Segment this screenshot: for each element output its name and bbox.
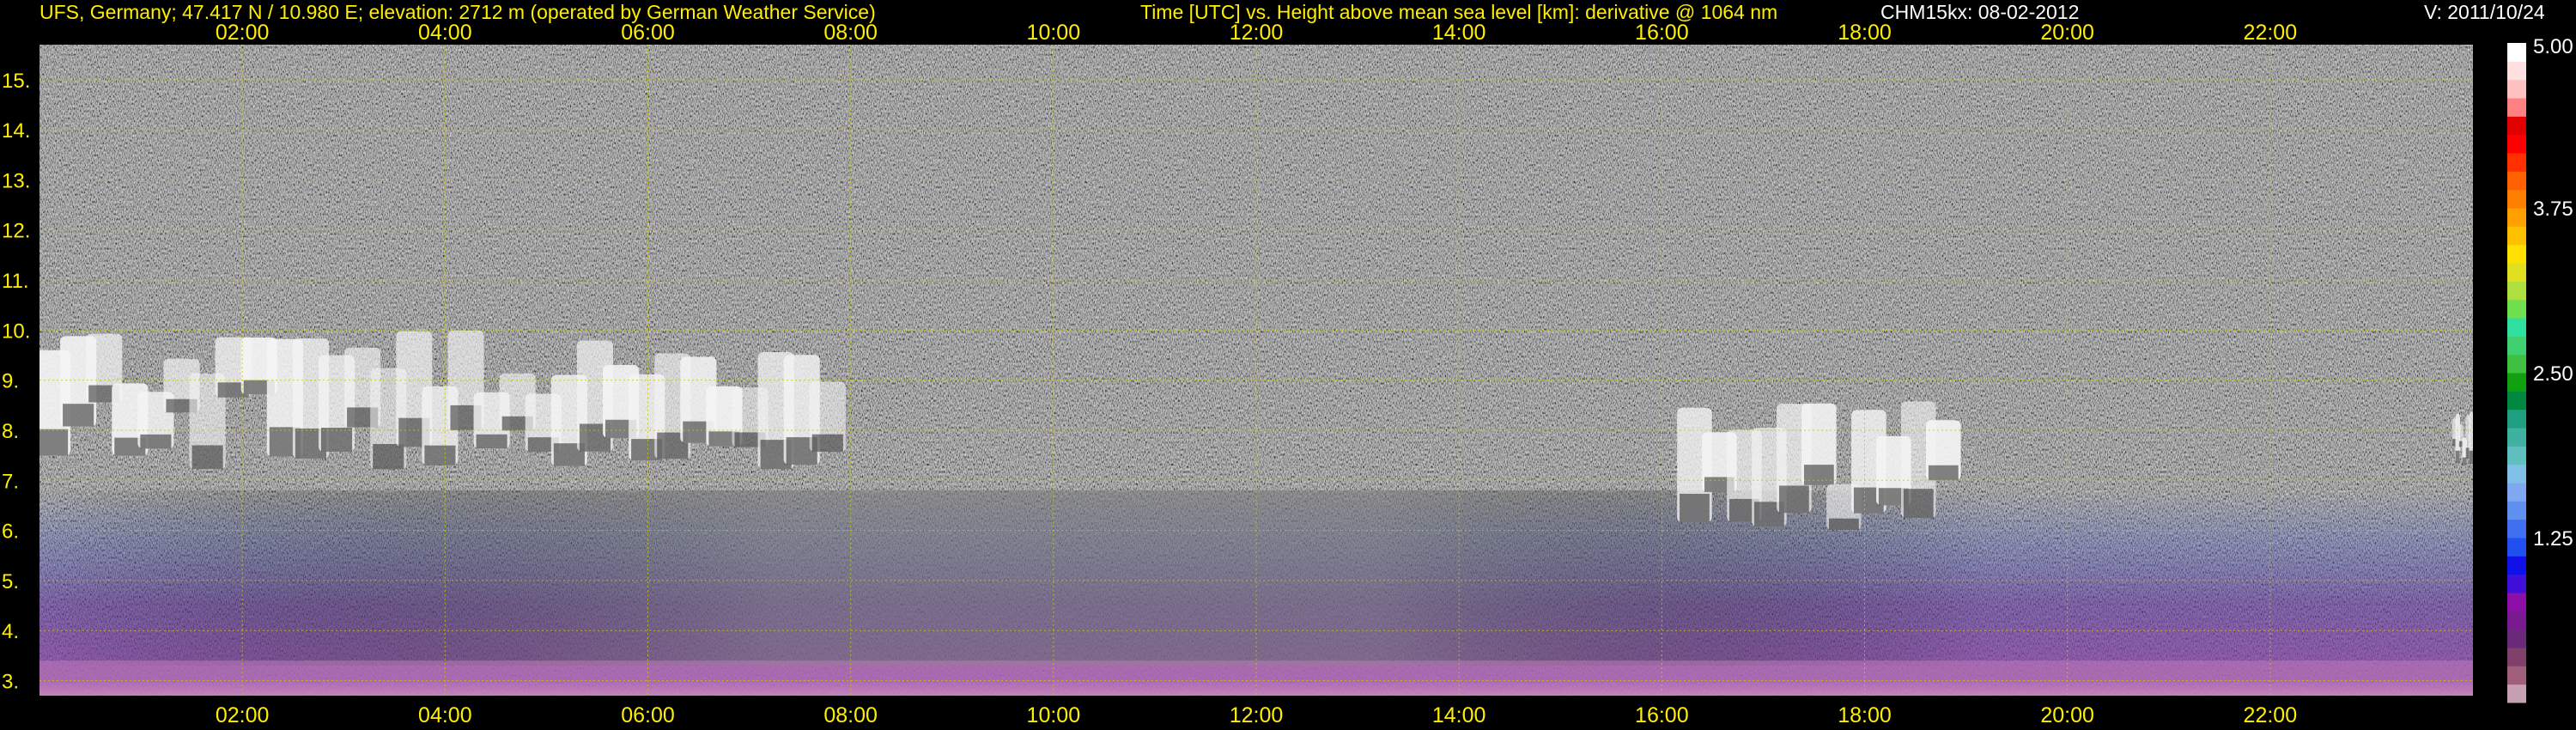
y-tick-label: 8. [2, 420, 19, 443]
x-tick-label-top: 04:00 [418, 21, 472, 45]
y-tick-label: 14. [2, 119, 30, 143]
x-tick-label-top: 18:00 [1838, 21, 1892, 45]
x-tick-label-top: 10:00 [1027, 21, 1081, 45]
x-tick-label-top: 12:00 [1230, 21, 1284, 45]
colorbar-swatch [2507, 263, 2526, 282]
x-tick-label-bottom: 06:00 [621, 703, 675, 727]
x-tick-label-bottom: 12:00 [1230, 703, 1284, 727]
x-tick-label-bottom: 14:00 [1432, 703, 1486, 727]
colorbar-swatch [2507, 593, 2526, 611]
x-tick-label-bottom: 18:00 [1838, 703, 1892, 727]
x-tick-label-top: 22:00 [2244, 21, 2298, 45]
colorbar-swatch [2507, 336, 2526, 356]
colorbar-label: 3.75 [2533, 198, 2573, 221]
x-tick-label-top: 16:00 [1635, 21, 1689, 45]
y-tick-label: 10. [2, 319, 30, 343]
y-tick-label: 12. [2, 220, 30, 243]
x-axis-top: 02:00 04:00 06:00 08:00 10:00 12:00 14:00 16:00… [216, 21, 2297, 45]
colorbar: 5.00 3.75 2.50 1.25 [2507, 35, 2573, 703]
colorbar-swatch [2507, 501, 2526, 520]
colorbar-swatch [2507, 409, 2526, 429]
colorbar-swatch [2507, 244, 2526, 264]
y-tick-label: 7. [2, 470, 19, 493]
y-tick-label: 15. [2, 70, 30, 93]
colorbar-swatch [2507, 318, 2526, 337]
x-tick-label-bottom: 10:00 [1027, 703, 1081, 727]
colorbar-swatch [2507, 519, 2526, 538]
x-tick-label-bottom: 20:00 [2040, 703, 2094, 727]
colorbar-swatch [2507, 98, 2526, 117]
colorbar-swatch [2507, 354, 2526, 374]
colorbar-swatch [2507, 684, 2526, 703]
y-tick-label: 11. [2, 270, 29, 293]
y-tick-label: 3. [2, 671, 19, 694]
x-tick-label-bottom: 16:00 [1635, 703, 1689, 727]
x-tick-label-top: 06:00 [621, 21, 675, 45]
y-tick-label: 4. [2, 620, 19, 643]
y-tick-label: 9. [2, 370, 19, 393]
x-axis-bottom: 02:00 04:00 06:00 08:00 10:00 12:00 14:00 16:00… [216, 703, 2297, 727]
colorbar-swatch [2507, 281, 2526, 301]
lidar-heatmap-chart: 02:00 04:00 06:00 08:00 10:00 12:00 14:00 16:00… [2, 21, 2573, 727]
colorbar-swatch [2507, 189, 2526, 209]
colorbar-swatch [2507, 648, 2526, 666]
colorbar-swatch [2507, 556, 2526, 575]
colorbar-swatch [2507, 464, 2526, 484]
x-tick-label-top: 02:00 [216, 21, 270, 45]
colorbar-swatch [2507, 391, 2526, 411]
x-tick-label-bottom: 08:00 [823, 703, 878, 727]
x-tick-label-bottom: 02:00 [216, 703, 270, 727]
colorbar-label: 5.00 [2533, 35, 2573, 58]
colorbar-swatch [2507, 611, 2526, 630]
colorbar-swatch [2507, 299, 2526, 319]
y-tick-label: 5. [2, 570, 19, 593]
colorbar-swatch [2507, 43, 2526, 62]
y-tick-label: 6. [2, 520, 19, 544]
colorbar-swatch [2507, 574, 2526, 593]
plot-area [39, 45, 2473, 696]
y-axis: 3. 4. 5. 6. 7. 8. 9. 10. 11. 12. 13. 14. 15. [2, 70, 30, 694]
x-tick-label-top: 08:00 [823, 21, 878, 45]
colorbar-label: 1.25 [2533, 527, 2573, 551]
colorbar-swatch [2507, 428, 2526, 447]
x-tick-label-bottom: 04:00 [418, 703, 472, 727]
colorbar-swatch [2507, 153, 2526, 172]
colorbar-swatch [2507, 483, 2526, 502]
colorbar-swatch [2507, 226, 2526, 246]
colorbar-label: 2.50 [2533, 362, 2573, 386]
colorbar-swatch [2507, 208, 2526, 227]
colorbar-swatch [2507, 666, 2526, 685]
x-tick-label-top: 14:00 [1432, 21, 1486, 45]
colorbar-swatch [2507, 171, 2526, 191]
colorbar-swatch [2507, 134, 2526, 154]
colorbar-swatch [2507, 629, 2526, 648]
y-tick-label: 13. [2, 169, 30, 192]
colorbar-swatch [2507, 79, 2526, 99]
colorbar-swatch [2507, 373, 2526, 392]
colorbar-swatch [2507, 61, 2526, 81]
colorbar-swatch [2507, 446, 2526, 465]
colorbar-swatch [2507, 116, 2526, 136]
x-tick-label-top: 20:00 [2040, 21, 2094, 45]
x-tick-label-bottom: 22:00 [2244, 703, 2298, 727]
colorbar-swatch [2507, 538, 2526, 557]
